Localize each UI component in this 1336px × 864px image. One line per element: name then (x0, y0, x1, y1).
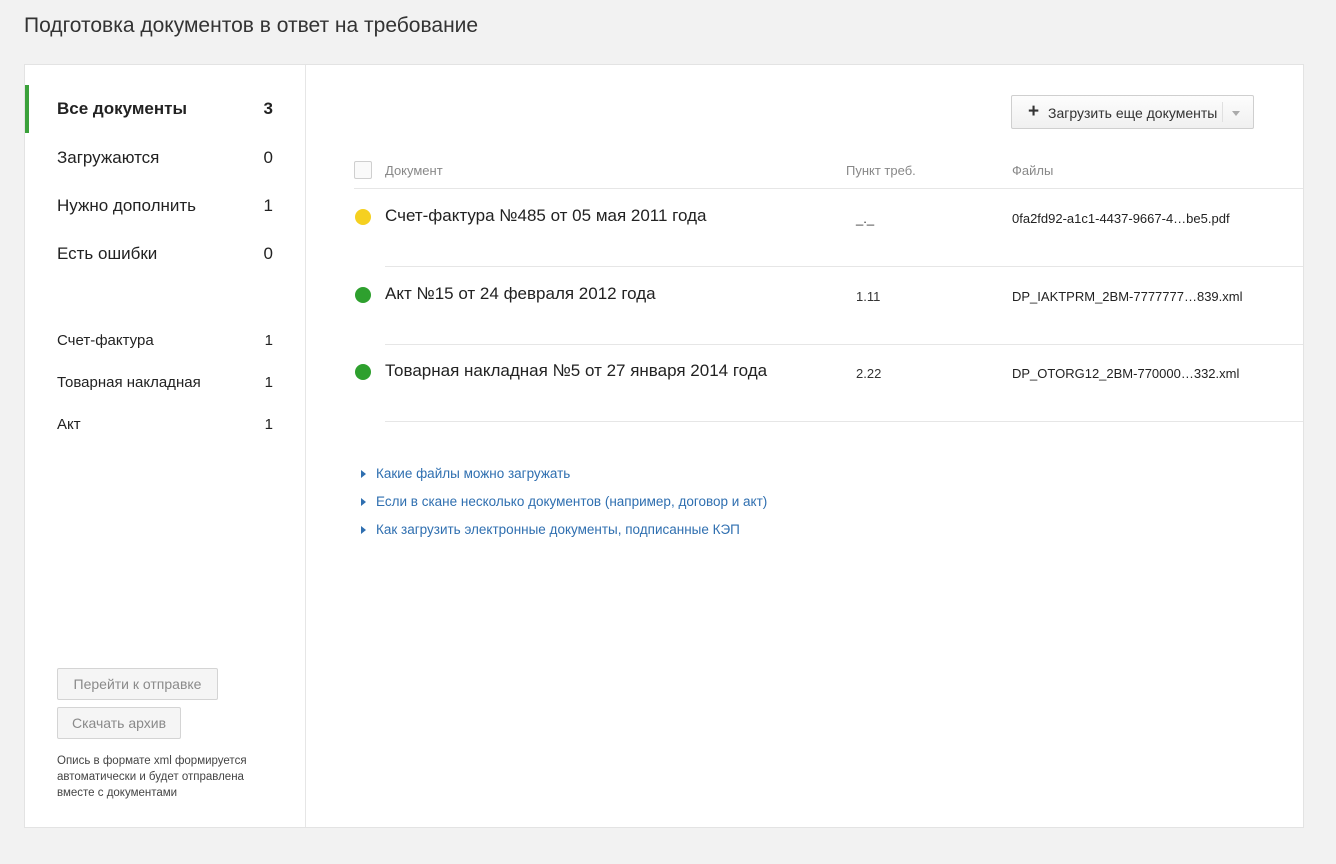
filter-has-errors[interactable]: Есть ошибки 0 (25, 230, 306, 278)
filter-count: 3 (263, 99, 273, 118)
select-all-checkbox[interactable] (354, 161, 372, 179)
status-dot-green (355, 364, 371, 380)
column-header-files: Файлы (1012, 163, 1054, 178)
column-header-punkt: Пункт треб. (846, 163, 916, 178)
type-label: Товарная накладная (57, 373, 201, 391)
type-label: Акт (57, 415, 81, 433)
filter-label: Загружаются (57, 148, 160, 167)
document-file[interactable]: DP_OTORG12_2BM-770000…332.xml (1012, 366, 1239, 381)
type-item-waybill[interactable]: Товарная накладная 1 (25, 367, 306, 397)
document-punkt: _._ (856, 211, 875, 226)
table-row[interactable]: Товарная накладная №5 от 27 января 2014 … (354, 344, 1303, 422)
type-label: Счет-фактура (57, 331, 154, 349)
filter-label: Все документы (57, 99, 187, 118)
type-count: 1 (264, 373, 273, 391)
inventory-footnote: Опись в формате xml формируется автомати… (57, 755, 247, 799)
help-link-label: Какие файлы можно загружать (376, 466, 571, 481)
document-punkt: 2.22 (856, 366, 882, 381)
document-file[interactable]: DP_IAKTPRM_2BM-7777777…839.xml (1012, 289, 1243, 304)
filter-count: 0 (263, 148, 273, 167)
document-name[interactable]: Товарная накладная №5 от 27 января 2014 … (385, 361, 767, 381)
type-count: 1 (264, 415, 273, 433)
filter-all-documents[interactable]: Все документы 3 (25, 85, 306, 133)
main-content: + Загрузить еще документы Документ Пункт… (307, 65, 1303, 827)
type-item-invoice[interactable]: Счет-фактура 1 (25, 325, 306, 355)
table-header: Документ Пункт треб. Файлы (354, 159, 1303, 189)
upload-button-label: Загрузить еще документы (1048, 105, 1218, 121)
status-dot-green (355, 287, 371, 303)
chevron-down-icon[interactable] (1232, 111, 1240, 116)
document-punkt: 1.11 (856, 289, 881, 304)
table-row[interactable]: Счет-фактура №485 от 05 мая 2011 года _.… (354, 189, 1303, 267)
table-row[interactable]: Акт №15 от 24 февраля 2012 года 1.11 DP_… (354, 267, 1303, 345)
documents-panel: Все документы 3 Загружаются 0 Нужно допо… (24, 64, 1304, 828)
download-archive-button[interactable]: Скачать архив (57, 707, 181, 739)
filter-label: Есть ошибки (57, 244, 158, 263)
filter-label: Нужно дополнить (57, 196, 197, 215)
status-dot-yellow (355, 209, 371, 225)
plus-icon: + (1028, 101, 1040, 122)
type-count: 1 (264, 331, 273, 349)
filter-count: 0 (263, 244, 273, 263)
go-to-send-button[interactable]: Перейти к отправке (57, 668, 218, 700)
button-separator (1222, 102, 1223, 122)
caret-right-icon (361, 497, 366, 506)
document-name[interactable]: Акт №15 от 24 февраля 2012 года (385, 284, 656, 304)
help-link-label: Если в скане несколько документов (напри… (376, 494, 768, 509)
row-divider (385, 421, 1303, 422)
document-file[interactable]: 0fa2fd92-a1c1-4437-9667-4…be5.pdf (1012, 211, 1230, 226)
filter-uploading[interactable]: Загружаются 0 (25, 134, 306, 182)
sidebar: Все документы 3 Загружаются 0 Нужно допо… (25, 65, 306, 827)
page-title: Подготовка документов в ответ на требова… (24, 14, 479, 37)
filter-count: 1 (263, 196, 273, 215)
caret-right-icon (361, 525, 366, 534)
column-header-document: Документ (385, 163, 443, 178)
document-name[interactable]: Счет-фактура №485 от 05 мая 2011 года (385, 206, 706, 226)
filter-needs-completion[interactable]: Нужно дополнить 1 (25, 182, 306, 230)
caret-right-icon (361, 469, 366, 478)
help-link-multiple-documents[interactable]: Если в скане несколько документов (напри… (361, 494, 767, 509)
help-link-signed-documents[interactable]: Как загрузить электронные документы, под… (361, 522, 740, 537)
help-link-allowed-files[interactable]: Какие файлы можно загружать (361, 466, 570, 481)
help-link-label: Как загрузить электронные документы, под… (376, 522, 740, 537)
type-item-act[interactable]: Акт 1 (25, 409, 306, 439)
upload-more-button[interactable]: + Загрузить еще документы (1011, 95, 1254, 129)
